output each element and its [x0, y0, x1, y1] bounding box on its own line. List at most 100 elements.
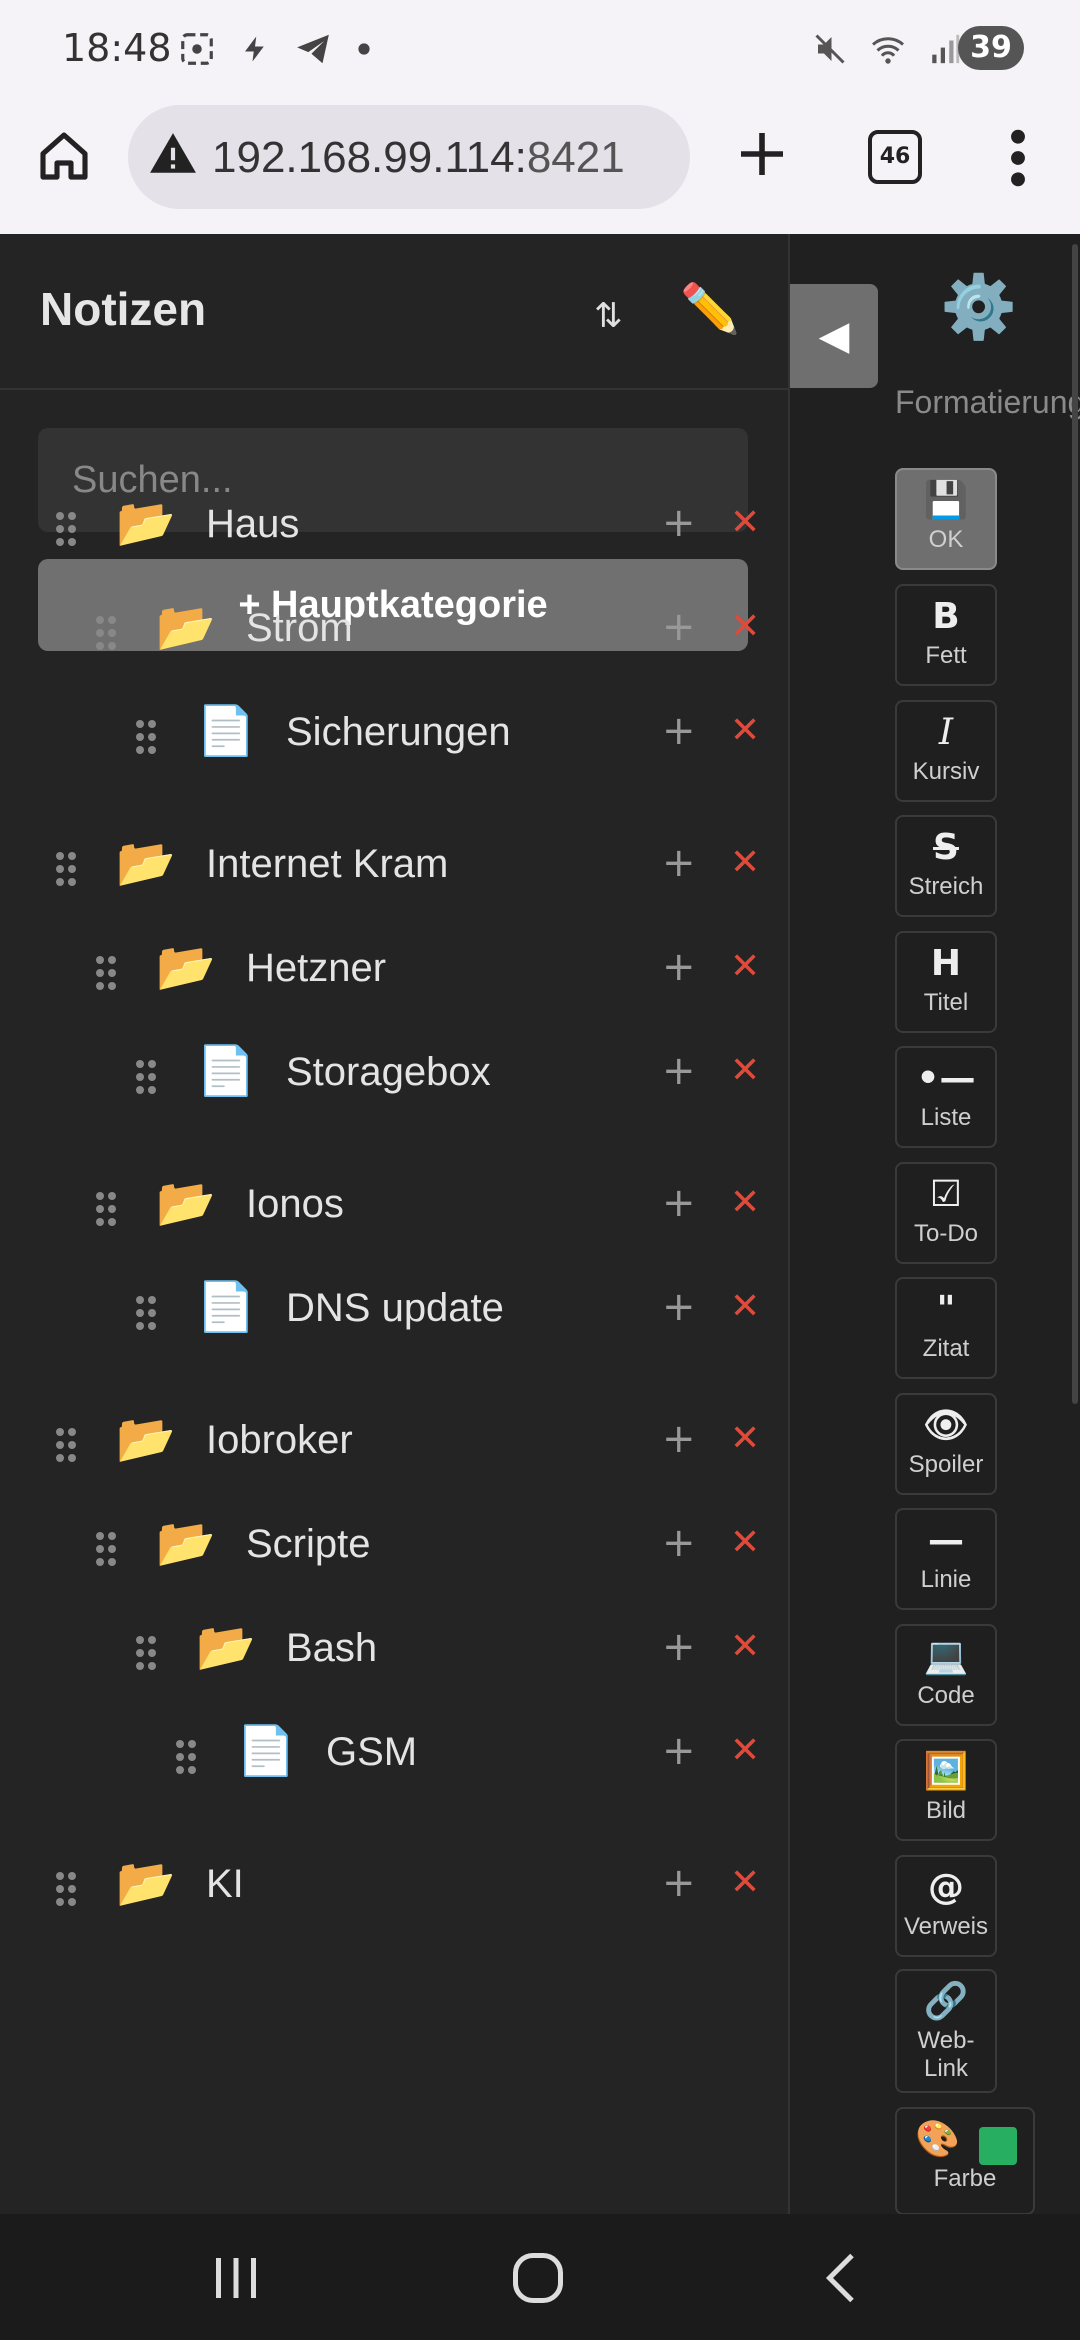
tree-item-label[interactable]: Sicherungen	[286, 710, 511, 755]
folder-item[interactable]: 📂 KI + ✕	[0, 1840, 788, 1930]
tree-item-label[interactable]: Storagebox	[286, 1050, 491, 1095]
add-child-button[interactable]: +	[662, 1048, 696, 1094]
reference-button[interactable]: @ Verweis	[895, 1855, 997, 1957]
quote-button[interactable]: " Zitat	[895, 1277, 997, 1379]
strikethrough-button[interactable]: S Streich	[895, 815, 997, 917]
drag-handle-icon[interactable]	[56, 852, 78, 886]
tree-item-label[interactable]: Strom	[246, 606, 353, 651]
folder-item[interactable]: 📂 Internet Kram + ✕	[0, 820, 788, 910]
reference-icon: @	[928, 1867, 964, 1908]
list-button[interactable]: •— Liste	[895, 1046, 997, 1148]
folder-item[interactable]: 📂 Iobroker + ✕	[0, 1396, 788, 1486]
folder-item[interactable]: 📂 Hetzner + ✕	[0, 924, 788, 1014]
overflow-menu-icon[interactable]	[1006, 126, 1030, 190]
tree-item-label[interactable]: Bash	[286, 1626, 377, 1671]
drag-handle-icon[interactable]	[56, 1872, 78, 1906]
warning-icon[interactable]	[148, 129, 198, 179]
delete-icon[interactable]: ✕	[730, 1050, 760, 1091]
delete-icon[interactable]: ✕	[730, 1730, 760, 1771]
italic-button[interactable]: I Kursiv	[895, 700, 997, 802]
add-child-button[interactable]: +	[662, 500, 696, 546]
drag-handle-icon[interactable]	[96, 1532, 118, 1566]
drag-handle-icon[interactable]	[96, 956, 118, 990]
tab-switcher-button[interactable]: 46	[868, 130, 922, 184]
delete-icon[interactable]: ✕	[730, 606, 760, 647]
back-icon[interactable]	[812, 2248, 872, 2308]
delete-icon[interactable]: ✕	[730, 1522, 760, 1563]
tree-item-label[interactable]: Iobroker	[206, 1418, 353, 1463]
recent-apps-icon[interactable]	[206, 2248, 266, 2308]
add-child-button[interactable]: +	[662, 1180, 696, 1226]
add-child-button[interactable]: +	[662, 840, 696, 886]
folder-item[interactable]: 📂 Bash + ✕	[0, 1604, 788, 1694]
home-icon[interactable]	[36, 128, 92, 184]
delete-icon[interactable]: ✕	[730, 1286, 760, 1327]
folder-item[interactable]: 📂 Haus + ✕	[0, 480, 788, 570]
tree-item-label[interactable]: Internet Kram	[206, 842, 448, 887]
tree-item-label[interactable]: Scripte	[246, 1522, 371, 1567]
add-child-button[interactable]: +	[662, 1416, 696, 1462]
image-button[interactable]: 🖼️ Bild	[895, 1739, 997, 1841]
drag-handle-icon[interactable]	[56, 512, 78, 546]
add-child-button[interactable]: +	[662, 1284, 696, 1330]
delete-icon[interactable]: ✕	[730, 842, 760, 883]
folder-item[interactable]: 📂 Ionos + ✕	[0, 1160, 788, 1250]
delete-icon[interactable]: ✕	[730, 710, 760, 751]
divider-button[interactable]: — Linie	[895, 1508, 997, 1610]
web-link-button[interactable]: 🔗 Web- Link	[895, 1969, 997, 2093]
toolbar-button-label: Code	[917, 1682, 975, 1709]
note-item[interactable]: 📄 DNS update + ✕	[0, 1264, 788, 1354]
add-child-button[interactable]: +	[662, 708, 696, 754]
add-child-button[interactable]: +	[662, 944, 696, 990]
gear-icon[interactable]: ⚙️	[940, 270, 1017, 344]
drag-handle-icon[interactable]	[96, 1192, 118, 1226]
heading-button[interactable]: H Titel	[895, 931, 997, 1033]
todo-icon: ☑	[929, 1174, 963, 1215]
address-bar[interactable]: 192.168.99.114:8421	[128, 105, 690, 209]
collapse-panel-button[interactable]: ◀	[790, 284, 878, 388]
tree-item-label[interactable]: KI	[206, 1862, 244, 1907]
drag-handle-icon[interactable]	[96, 616, 118, 650]
drag-handle-icon[interactable]	[136, 1060, 158, 1094]
color-swatch[interactable]	[979, 2127, 1017, 2165]
home-circle-icon[interactable]	[508, 2248, 568, 2308]
delete-icon[interactable]: ✕	[730, 1626, 760, 1667]
note-item[interactable]: 📄 GSM + ✕	[0, 1708, 788, 1798]
drag-handle-icon[interactable]	[176, 1740, 198, 1774]
drag-handle-icon[interactable]	[56, 1428, 78, 1462]
save-button[interactable]: 💾 OK	[895, 468, 997, 570]
drag-handle-icon[interactable]	[136, 720, 158, 754]
add-child-button[interactable]: +	[662, 1624, 696, 1670]
delete-icon[interactable]: ✕	[730, 1862, 760, 1903]
delete-icon[interactable]: ✕	[730, 502, 760, 543]
add-child-button[interactable]: +	[662, 1728, 696, 1774]
scrollbar-thumb[interactable]	[1072, 244, 1078, 1404]
url-text[interactable]: 192.168.99.114:8421	[212, 133, 625, 183]
bold-button[interactable]: B Fett	[895, 584, 997, 686]
delete-icon[interactable]: ✕	[730, 1182, 760, 1223]
folder-item[interactable]: 📂 Strom + ✕	[0, 584, 788, 674]
tree-item-label[interactable]: Haus	[206, 502, 299, 547]
folder-item[interactable]: 📂 Scripte + ✕	[0, 1500, 788, 1590]
status-time: 18:48	[62, 26, 172, 70]
drag-handle-icon[interactable]	[136, 1636, 158, 1670]
color-button[interactable]: 🎨 Farbe	[895, 2107, 1035, 2215]
tree-item-label[interactable]: DNS update	[286, 1286, 504, 1331]
code-button[interactable]: 💻 Code	[895, 1624, 997, 1726]
add-child-button[interactable]: +	[662, 1860, 696, 1906]
delete-icon[interactable]: ✕	[730, 946, 760, 987]
add-child-button[interactable]: +	[662, 1520, 696, 1566]
add-child-button[interactable]: +	[662, 604, 696, 650]
tree-item-label[interactable]: Hetzner	[246, 946, 386, 991]
note-item[interactable]: 📄 Storagebox + ✕	[0, 1028, 788, 1118]
note-item[interactable]: 📄 Sicherungen + ✕	[0, 688, 788, 778]
new-tab-icon[interactable]	[734, 126, 790, 182]
sort-icon[interactable]: ⇅	[594, 296, 623, 336]
delete-icon[interactable]: ✕	[730, 1418, 760, 1459]
spoiler-button[interactable]: 👁 Spoiler	[895, 1393, 997, 1495]
drag-handle-icon[interactable]	[136, 1296, 158, 1330]
todo-button[interactable]: ☑ To-Do	[895, 1162, 997, 1264]
tree-item-label[interactable]: GSM	[326, 1730, 417, 1775]
pencil-icon[interactable]: ✏️	[680, 280, 740, 337]
tree-item-label[interactable]: Ionos	[246, 1182, 344, 1227]
